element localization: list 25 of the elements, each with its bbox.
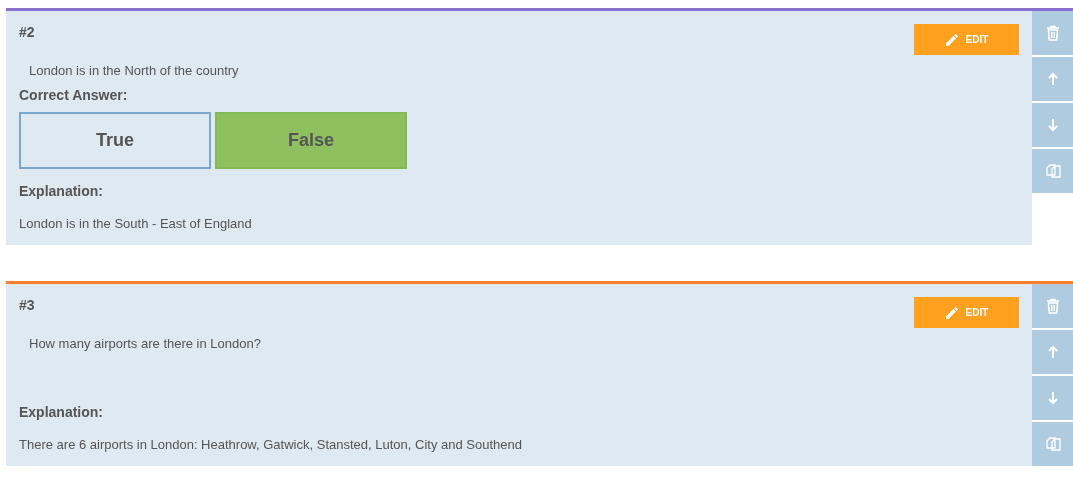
move-up-button[interactable] — [1032, 57, 1073, 101]
move-down-button[interactable] — [1032, 376, 1073, 420]
delete-button[interactable] — [1032, 11, 1073, 55]
answer-option[interactable]: True — [19, 112, 211, 169]
pencil-icon — [944, 305, 959, 320]
question-number: #2 — [19, 23, 35, 42]
question-number: #3 — [19, 296, 35, 315]
copy-icon — [1043, 162, 1062, 180]
move-down-button[interactable] — [1032, 103, 1073, 147]
edit-button[interactable]: EDIT — [914, 24, 1019, 55]
question-text: How many airports are there in London? — [29, 335, 262, 353]
duplicate-button[interactable] — [1032, 422, 1073, 466]
answer-heading: Correct Answer: — [19, 86, 129, 105]
delete-button[interactable] — [1032, 284, 1073, 328]
move-up-button[interactable] — [1032, 330, 1073, 374]
pencil-icon — [944, 32, 959, 47]
question-text: London is in the North of the country — [29, 62, 240, 80]
explanation-text: London is in the South - East of England — [19, 215, 253, 233]
copy-icon — [1043, 435, 1062, 453]
explanation-heading: Explanation: — [19, 182, 104, 201]
duplicate-button[interactable] — [1032, 149, 1073, 193]
edit-button[interactable]: EDIT — [914, 297, 1019, 328]
explanation-text: There are 6 airports in London: Heathrow, Gatwick, Stansted, Luton, City and Southend — [19, 436, 523, 454]
answer-option[interactable]: False — [215, 112, 407, 169]
explanation-heading: Explanation: — [19, 403, 104, 422]
